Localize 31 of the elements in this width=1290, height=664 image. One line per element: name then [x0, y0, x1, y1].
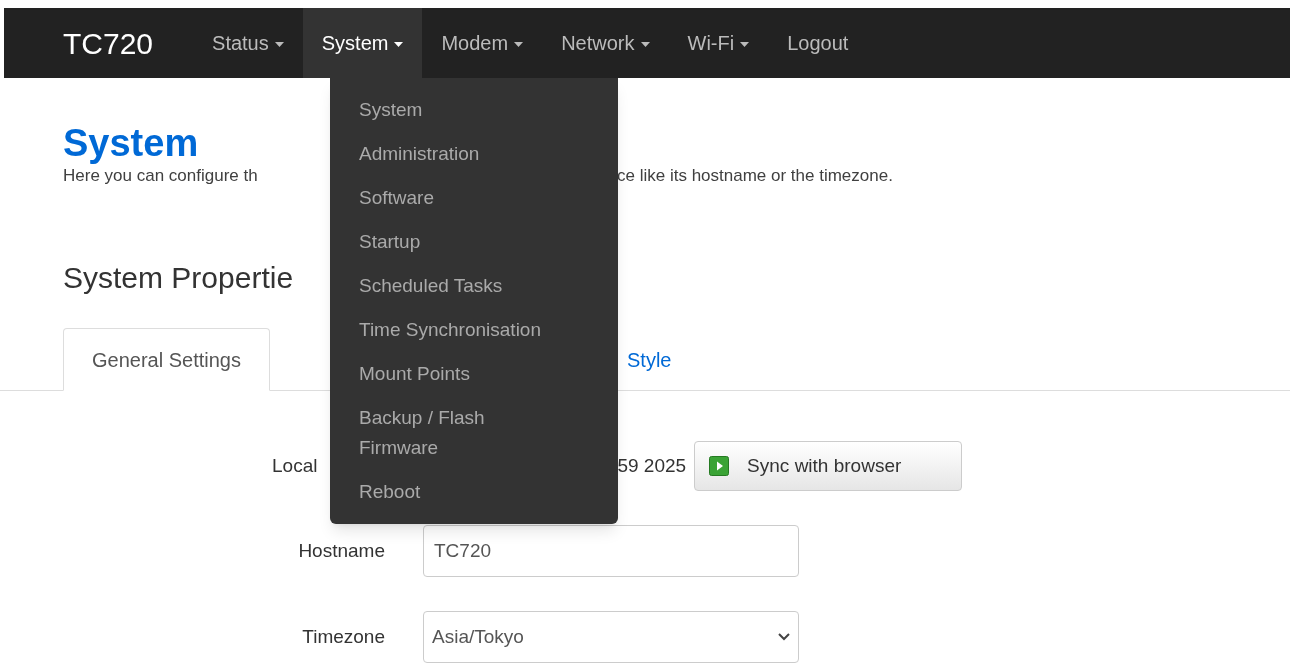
nav-menu-item[interactable]: Modem — [422, 8, 543, 78]
dropdown-menu-item[interactable]: System — [359, 88, 549, 132]
page-title: System — [63, 121, 199, 166]
dropdown-menu-item[interactable]: Mount Points — [359, 352, 549, 396]
play-icon — [709, 456, 730, 476]
page-description: Here you can configure th — [63, 165, 259, 187]
form-label: Timezone — [301, 624, 385, 649]
hostname-input-field[interactable]: TC720 — [423, 525, 799, 577]
tab[interactable]: General Settings — [63, 328, 270, 391]
nav-menu-item[interactable]: Logout — [768, 8, 868, 78]
dropdown-menu-item[interactable]: Software — [359, 176, 549, 220]
nav-menu-item[interactable]: Network — [542, 8, 669, 78]
brand-title[interactable]: TC720 — [63, 20, 154, 66]
nav-menu-item[interactable]: Status — [193, 8, 303, 78]
tab[interactable]: Style — [627, 328, 672, 391]
chevron-down-icon — [778, 633, 790, 641]
form-label: Hostname — [297, 538, 385, 563]
timezone-select[interactable]: Asia/Tokyo — [423, 611, 799, 663]
local-time-value: 59 2025 — [617, 453, 687, 478]
nav-menu-item[interactable]: Wi-Fi — [668, 8, 769, 78]
dropdown-menu-item[interactable]: Backup / Flash Firmware — [359, 396, 549, 470]
nav-menu-item[interactable]: System — [302, 8, 423, 78]
dropdown-menu-item[interactable]: Startup — [359, 220, 549, 264]
dropdown-menu-item[interactable]: Scheduled Tasks — [359, 264, 549, 308]
form-label: Local — [272, 453, 318, 478]
dropdown-menu-item[interactable]: Reboot — [359, 470, 549, 514]
section-title: System Propertie — [63, 260, 294, 296]
dropdown-menu-item[interactable]: Time Synchronisation — [359, 308, 549, 352]
page-description: ce like its hostname or the timezone. — [617, 165, 893, 187]
dropdown-menu-item[interactable]: Administration — [359, 132, 549, 176]
sync-with-browser-button[interactable]: Sync with browser — [694, 441, 963, 491]
